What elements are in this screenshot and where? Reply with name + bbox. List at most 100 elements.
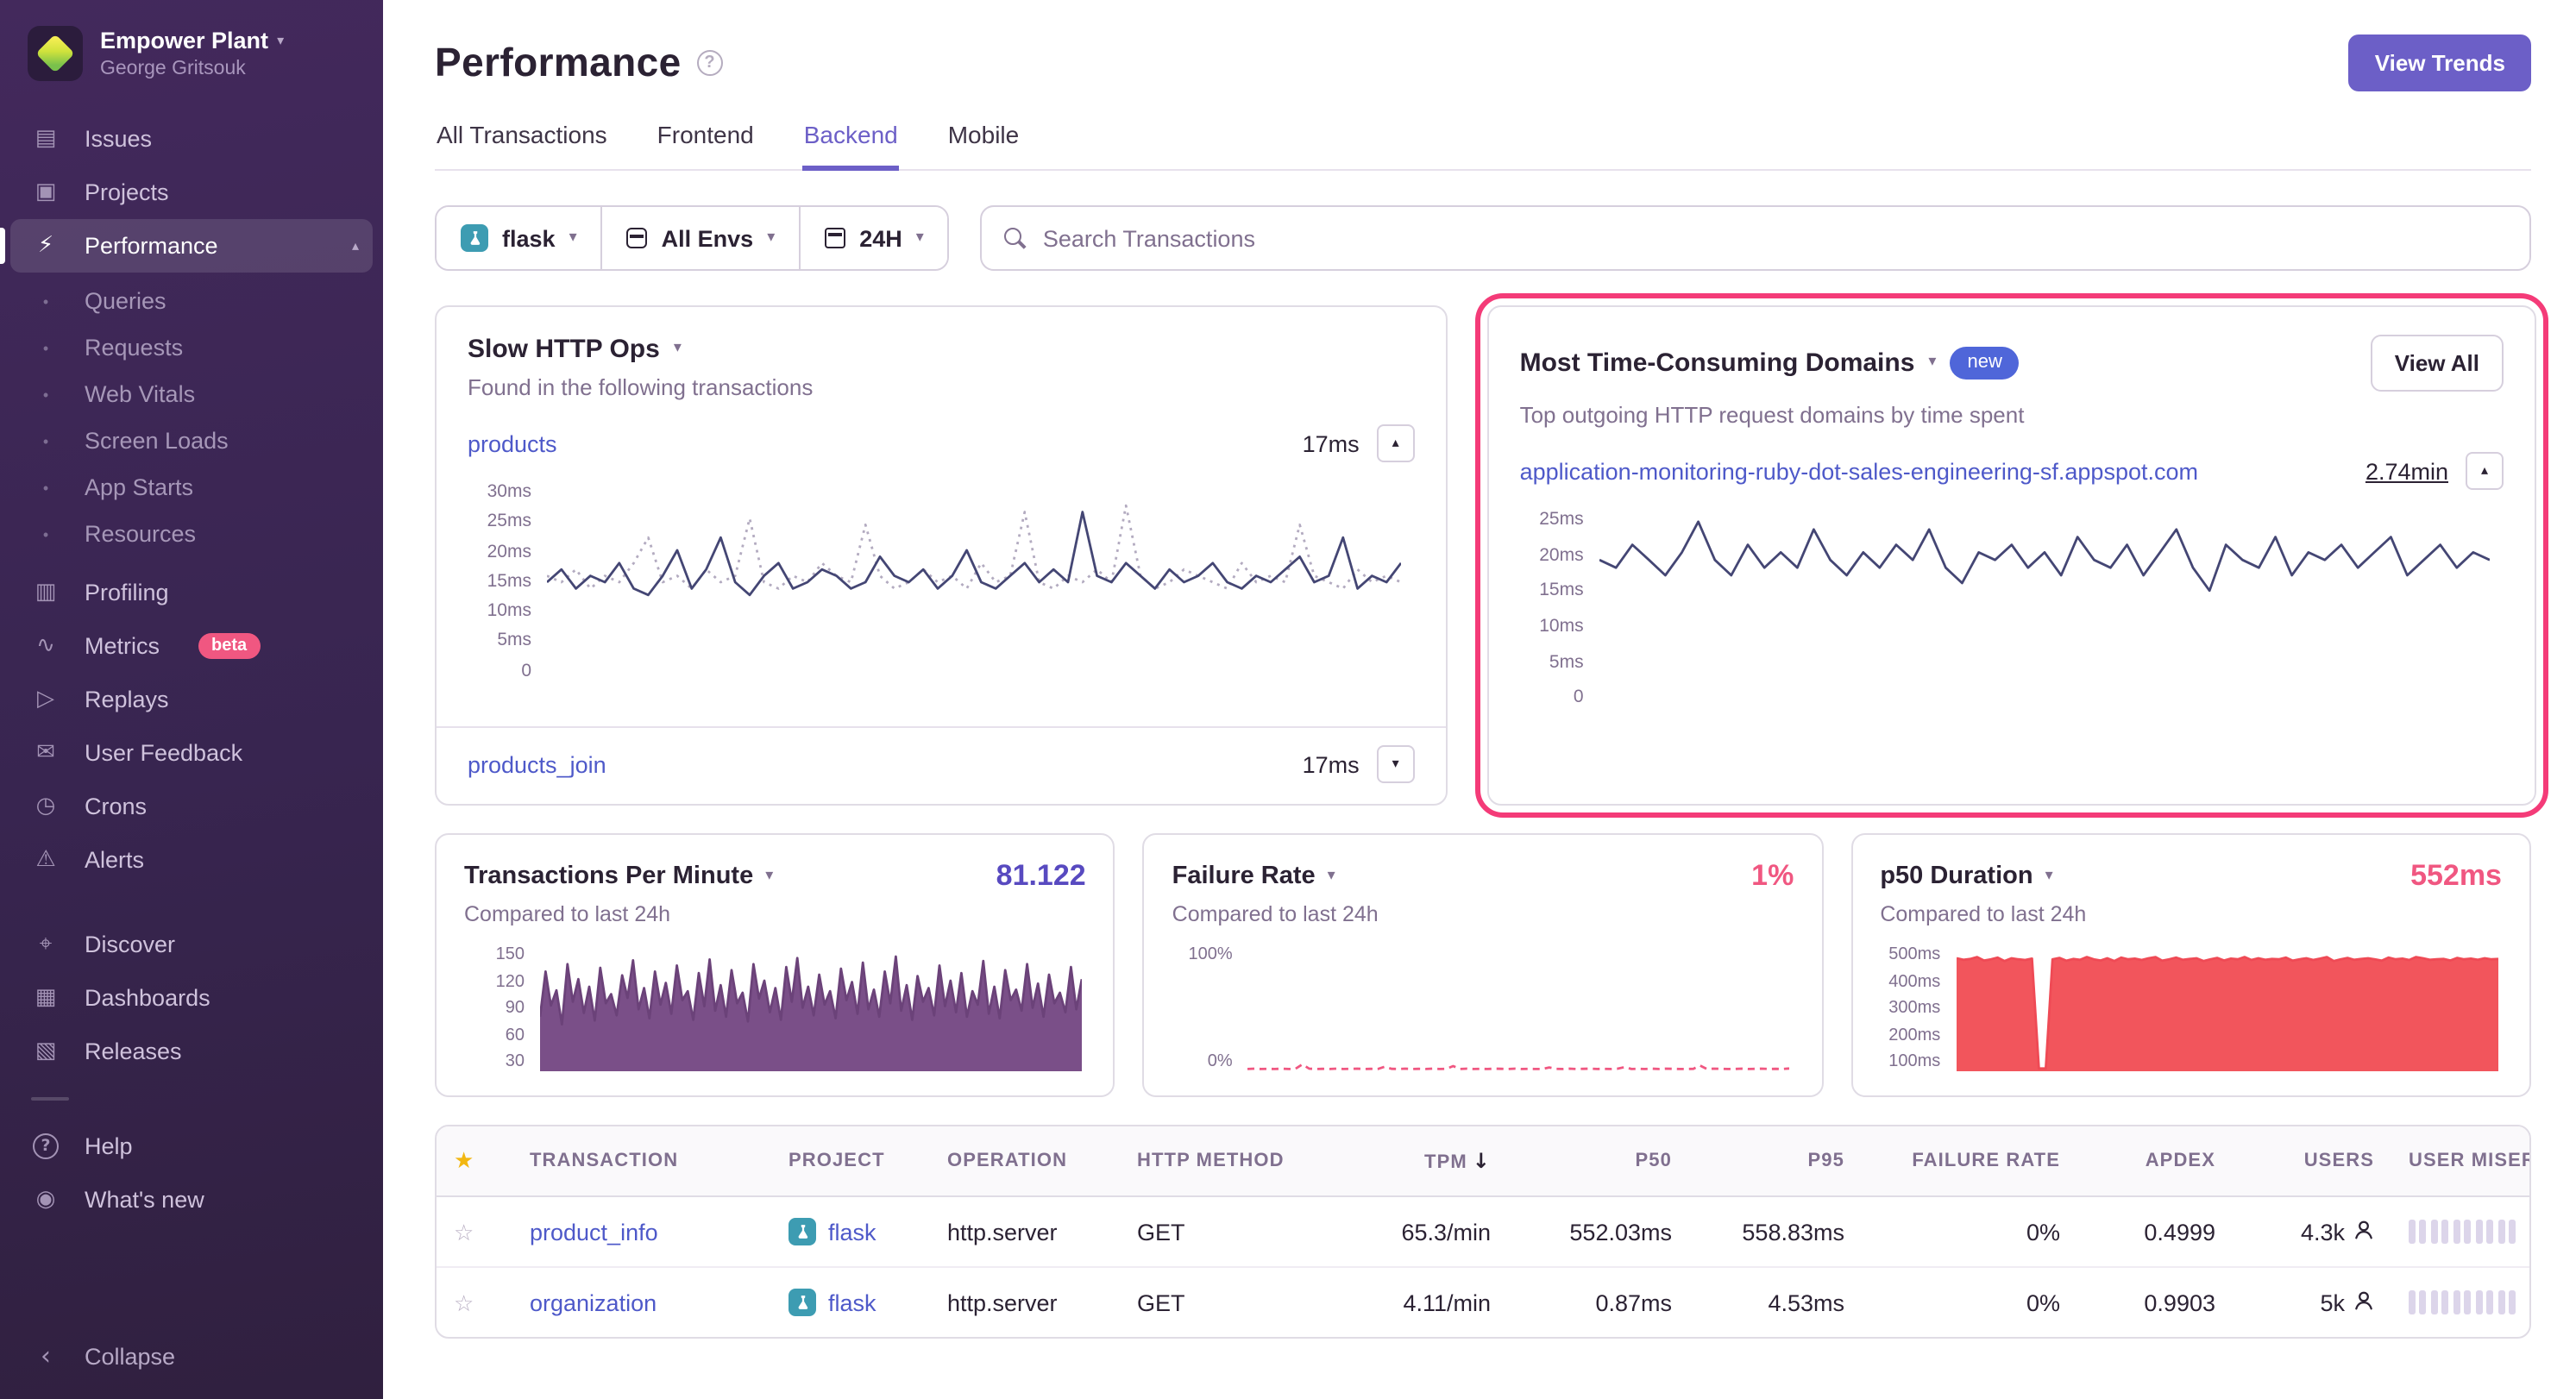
collapse-toggle-button[interactable] (1377, 424, 1415, 462)
sidebar-item-metrics[interactable]: ∿Metricsbeta (0, 619, 383, 673)
star-icon[interactable] (454, 1291, 474, 1317)
duration-value: 17ms (1303, 430, 1360, 456)
tab-mobile[interactable]: Mobile (946, 121, 1021, 171)
sidebar-item-label: Dashboards (85, 985, 210, 1011)
filter-bar: flask All Envs 24H (435, 205, 2531, 271)
search-box (981, 205, 2531, 271)
sidebar-item-resources[interactable]: •Resources (0, 511, 383, 557)
star-icon[interactable] (454, 1220, 474, 1246)
column-header-p50[interactable]: P50 (1508, 1126, 1689, 1196)
domain-link[interactable]: application-monitoring-ruby-dot-sales-en… (1520, 458, 2348, 484)
sidebar-item-issues[interactable]: ▤Issues (0, 112, 383, 166)
star-icon[interactable] (454, 1148, 474, 1174)
project-link[interactable]: flask (828, 1289, 876, 1315)
chevron-down-icon[interactable] (674, 342, 682, 357)
widget-title-slow-http-ops[interactable]: Slow HTTP Ops (468, 335, 660, 364)
sidebar-item-discover[interactable]: ⌖Discover (0, 918, 383, 971)
issues-icon: ▤ (31, 126, 60, 152)
calendar-icon (825, 228, 845, 248)
chevron-down-icon (277, 35, 284, 48)
column-header-transaction[interactable]: TRANSACTION (512, 1126, 771, 1196)
sidebar-item-web-vitals[interactable]: •Web Vitals (0, 371, 383, 417)
sidebar-item-help[interactable]: ?Help (0, 1120, 383, 1173)
column-header-project[interactable]: PROJECT (771, 1126, 930, 1196)
expand-toggle-button[interactable] (1377, 745, 1415, 783)
sidebar-item-profiling[interactable]: ▥Profiling (0, 566, 383, 619)
sidebar-item-crons[interactable]: ◷Crons (0, 780, 383, 833)
y-tick-label: 5ms (497, 632, 531, 650)
sidebar-item-alerts[interactable]: ⚠Alerts (0, 833, 383, 887)
column-header-failure-rate[interactable]: FAILURE RATE (1862, 1126, 2077, 1196)
stat-title[interactable]: p50 Duration (1880, 863, 2052, 890)
transaction-link-products-join[interactable]: products_join (468, 751, 606, 777)
widget-list-item: products_join 17ms (437, 726, 1446, 804)
sidebar-item-label: Profiling (85, 580, 169, 605)
nav-spacer (0, 887, 383, 918)
sidebar-item-dashboards[interactable]: ▦ Dashboards (0, 971, 383, 1025)
duration-value[interactable]: 2.74min (2366, 458, 2448, 484)
apdex-cell: 0.9903 (2077, 1267, 2233, 1337)
collapse-toggle-button[interactable] (2466, 452, 2504, 490)
stat-subtitle: Compared to last 24h (464, 902, 1086, 926)
y-tick-label: 30 (506, 1054, 525, 1071)
view-trends-button[interactable]: View Trends (2349, 35, 2531, 91)
bullet-icon: • (31, 525, 60, 543)
p50-duration-card: p50 Duration 552ms Compared to last 24h … (1850, 833, 2531, 1097)
new-badge: new (1950, 347, 2019, 380)
column-header-apdex[interactable]: APDEX (2077, 1126, 2233, 1196)
column-header-users[interactable]: USERS (2233, 1126, 2391, 1196)
view-all-button[interactable]: View All (2371, 335, 2504, 392)
highlight-ring: Most Time-Consuming Domains new View All… (1475, 293, 2548, 818)
date-range-filter[interactable]: 24H (801, 207, 948, 269)
sidebar-item-performance[interactable]: ⚡Performance (10, 219, 373, 273)
sidebar-item-app-starts[interactable]: •App Starts (0, 464, 383, 511)
collapse-icon: ‹ (31, 1340, 60, 1371)
column-header-star[interactable] (437, 1126, 512, 1196)
transaction-link[interactable]: product_info (530, 1219, 658, 1245)
sidebar-item-user-feedback[interactable]: ✉User Feedback (0, 726, 383, 780)
search-input[interactable] (1043, 225, 2507, 251)
sidebar-item-releases[interactable]: ▧Releases (0, 1025, 383, 1078)
chevron-down-icon[interactable] (1928, 355, 1936, 371)
project-filter[interactable]: flask (437, 207, 603, 269)
sidebar-item-label: Discover (85, 932, 175, 957)
column-header-tpm[interactable]: TPM (1327, 1126, 1508, 1196)
widget-title-most-time-consuming-domains[interactable]: Most Time-Consuming Domains (1520, 348, 1915, 378)
sidebar-item-label: Alerts (85, 847, 144, 873)
sidebar-collapse-button[interactable]: ‹ Collapse (0, 1320, 383, 1392)
org-switcher[interactable]: Empower Plant George Gritsouk (0, 0, 383, 102)
sidebar-item-screen-loads[interactable]: •Screen Loads (0, 417, 383, 464)
tab-backend[interactable]: Backend (802, 121, 900, 171)
column-header-operation[interactable]: OPERATION (930, 1126, 1120, 1196)
environment-filter[interactable]: All Envs (603, 207, 801, 269)
whats-new-icon: ◉ (31, 1187, 60, 1213)
sidebar-item-requests[interactable]: •Requests (0, 324, 383, 371)
chevron-up-icon (352, 239, 359, 253)
stat-title[interactable]: Transactions Per Minute (464, 863, 773, 890)
transaction-link[interactable]: organization (530, 1289, 657, 1315)
column-header-user-misery[interactable]: USER MISERY (2391, 1126, 2531, 1196)
tab-frontend[interactable]: Frontend (656, 121, 756, 171)
column-header-p95[interactable]: P95 (1689, 1126, 1862, 1196)
sidebar-item-label: Projects (85, 179, 169, 205)
sidebar-item-projects[interactable]: ▣Projects (0, 166, 383, 219)
domains-chart: 25ms20ms15ms10ms5ms0 (1520, 511, 2504, 707)
y-axis: 25ms20ms15ms10ms5ms0 (1520, 511, 1599, 707)
help-icon[interactable]: ? (697, 50, 723, 76)
stat-title[interactable]: Failure Rate (1172, 863, 1335, 890)
project-link[interactable]: flask (828, 1219, 876, 1245)
slow-http-ops-card: Slow HTTP Ops Found in the following tra… (435, 305, 1448, 806)
sidebar-item-what-s-new[interactable]: ◉What's new (0, 1173, 383, 1226)
sidebar-item-replays[interactable]: ▷Replays (0, 673, 383, 726)
sort-desc-icon (1473, 1149, 1491, 1173)
column-header-http-method[interactable]: HTTP METHOD (1120, 1126, 1327, 1196)
chevron-down-icon (569, 230, 577, 246)
transaction-link-products[interactable]: products (468, 430, 557, 456)
p50-duration-chart: 500ms400ms300ms200ms100ms (1880, 947, 2502, 1071)
metrics-icon: ∿ (31, 633, 60, 659)
y-tick-label: 400ms (1888, 974, 1940, 991)
dashboards-icon: ▦ (31, 985, 60, 1011)
tab-all-transactions[interactable]: All Transactions (435, 121, 609, 171)
tpm-chart: 150120906030 (464, 947, 1086, 1071)
sidebar-item-queries[interactable]: •Queries (0, 278, 383, 324)
